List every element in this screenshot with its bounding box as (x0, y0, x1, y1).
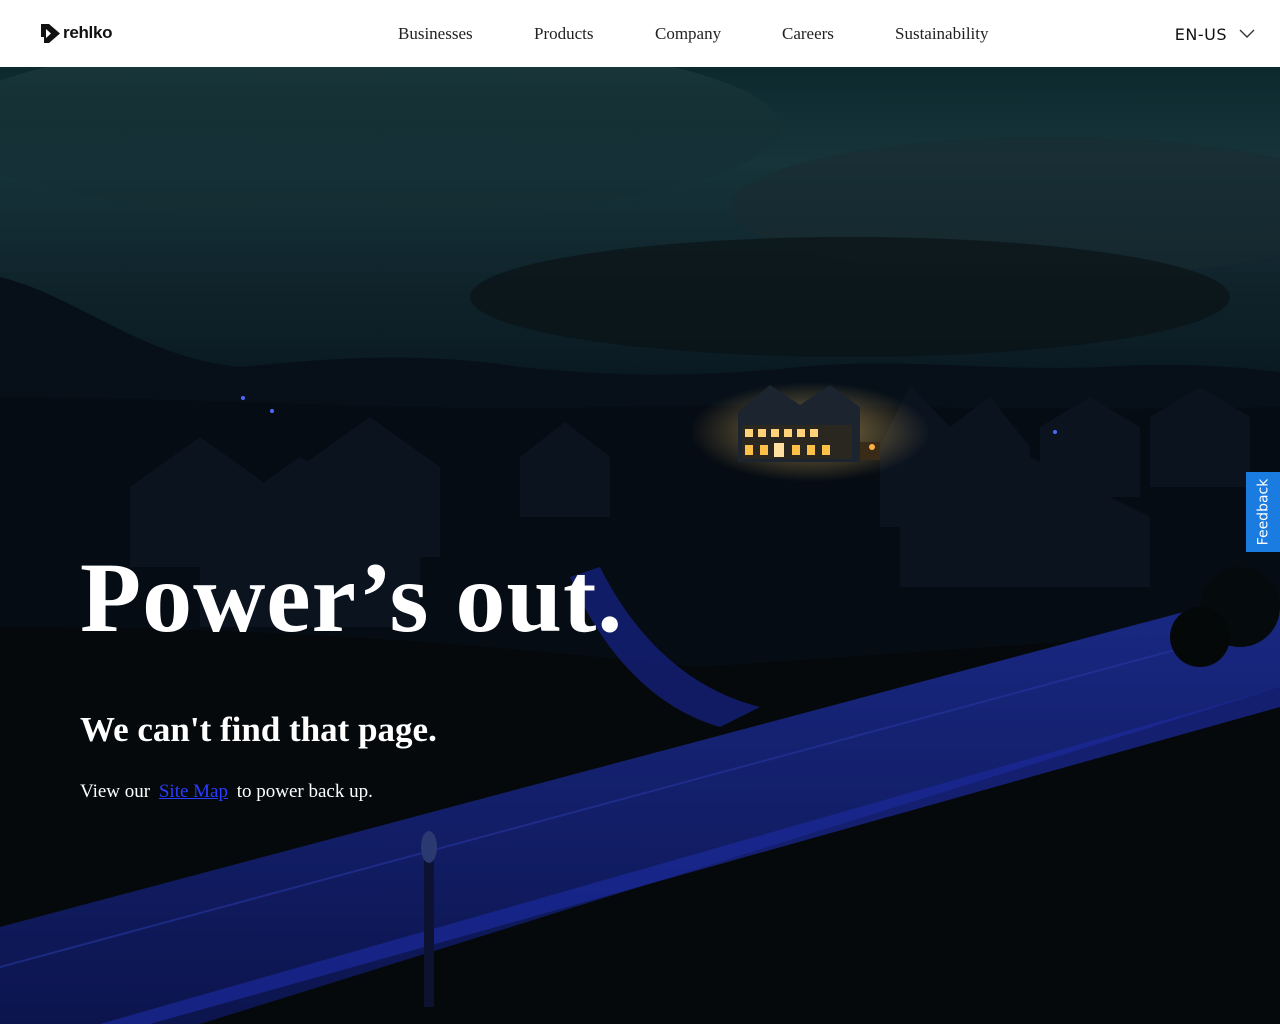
headline: Power’s out. (80, 542, 624, 653)
nav-businesses[interactable]: Businesses (398, 24, 473, 44)
hero-section: Power’s out. We can't find that page. Vi… (0, 67, 1280, 1024)
language-selector[interactable]: EN-US (1175, 23, 1255, 45)
nav-careers[interactable]: Careers (782, 24, 834, 44)
nav-products[interactable]: Products (534, 24, 594, 44)
feedback-label: Feedback (1255, 478, 1272, 546)
chevron-down-icon (1239, 29, 1255, 38)
site-header: rehlko Businesses Products Company Caree… (0, 0, 1280, 67)
site-map-link[interactable]: Site Map (159, 781, 228, 802)
sitemap-message: View our Site Map to power back up. (80, 780, 373, 804)
feedback-tab[interactable]: Feedback (1246, 472, 1280, 552)
body-suffix: to power back up. (236, 781, 373, 802)
main-nav: Businesses Products Company Careers Sust… (0, 0, 1280, 67)
language-label: EN-US (1174, 24, 1227, 44)
subheading: We can't find that page. (80, 710, 437, 749)
body-prefix: View our (80, 781, 151, 802)
nav-sustainability[interactable]: Sustainability (895, 24, 989, 44)
nav-company[interactable]: Company (655, 24, 721, 44)
